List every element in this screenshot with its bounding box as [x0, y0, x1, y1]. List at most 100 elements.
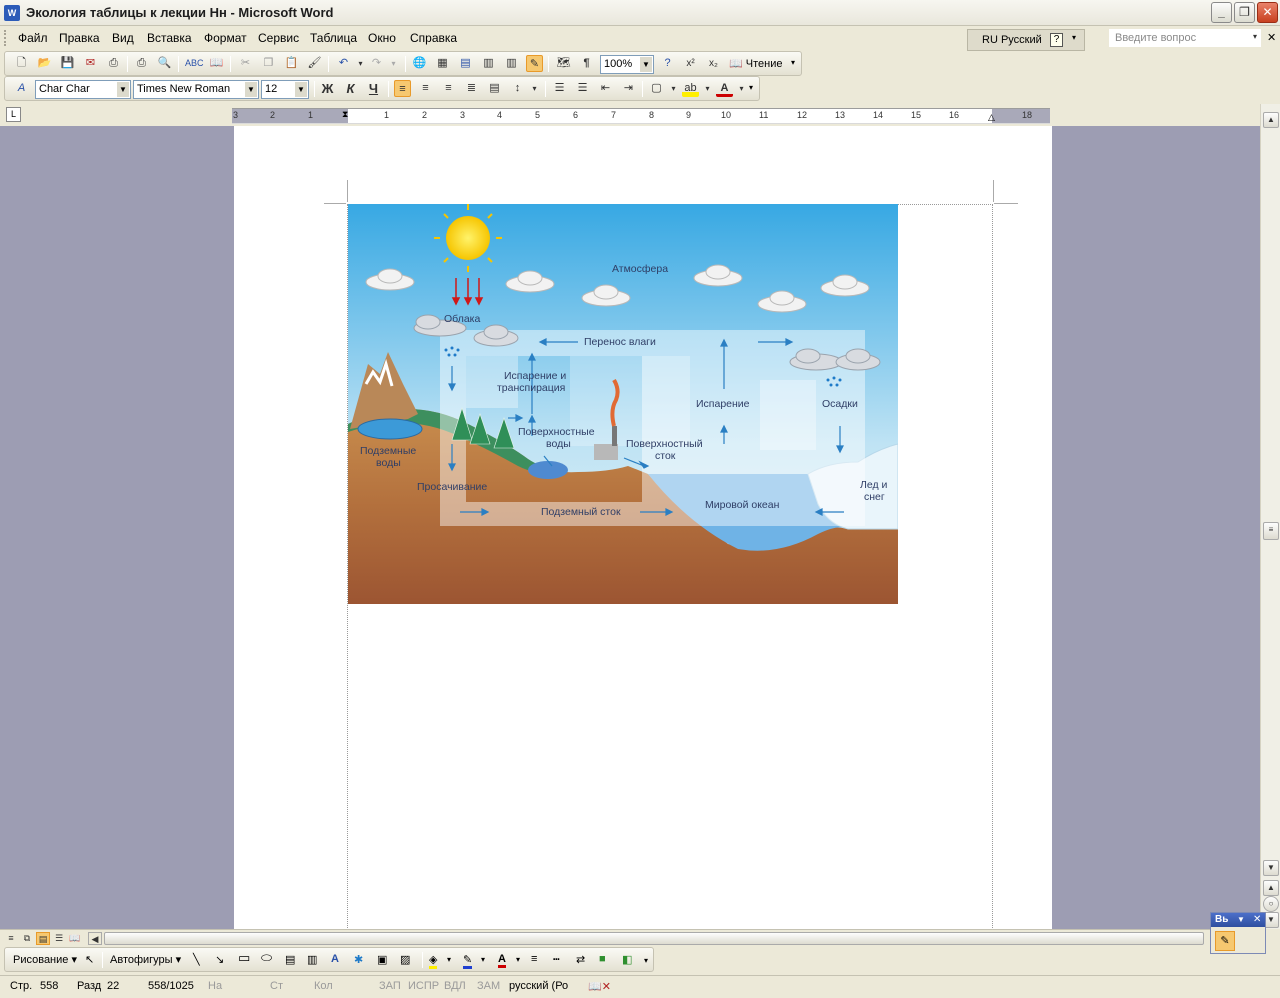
horizontal-scrollbar[interactable]: ≡ ⧉ ▤ ☰ 📖 ◀ [0, 929, 1210, 946]
chevron-down-icon[interactable]: ▾ [1253, 32, 1257, 41]
format-painter-icon[interactable]: 🖌 [306, 55, 323, 72]
3d-style-icon[interactable]: ◧ [622, 953, 632, 966]
distributed-icon[interactable]: ▤ [486, 80, 503, 97]
shadow-style-icon[interactable]: ■ [599, 953, 606, 965]
previous-page-icon[interactable]: ▲ [1263, 880, 1279, 896]
increase-indent-icon[interactable]: ⇥ [620, 80, 637, 97]
menu-tools[interactable]: Сервис [258, 31, 299, 45]
font-color-icon[interactable]: A [498, 953, 506, 968]
reading-view-icon[interactable]: 📖 [68, 932, 82, 945]
cut-icon[interactable]: ✂ [237, 55, 254, 72]
minimize-button[interactable]: _ [1211, 2, 1232, 23]
chevron-down-icon[interactable]: ▼ [1237, 913, 1245, 927]
arrow-icon[interactable]: ↘ [215, 953, 224, 966]
save-icon[interactable]: 💾 [59, 55, 76, 72]
print-icon[interactable]: ⎙ [105, 55, 122, 72]
toolbar-options-icon[interactable]: ▾ [749, 83, 753, 92]
close-document-icon[interactable]: ✕ [1267, 31, 1276, 44]
document-map-icon[interactable]: 🗺 [555, 55, 572, 72]
edit-picture-icon[interactable]: ✎ [1215, 931, 1235, 951]
zoom-preview-icon[interactable]: 🔍 [156, 55, 173, 72]
vertical-scrollbar[interactable]: ▲ ≡ ▼ ▲ ○ ▼ [1260, 104, 1280, 929]
superscript-icon[interactable]: x² [682, 55, 699, 72]
diagram-icon[interactable]: ✱ [354, 953, 363, 966]
font-select[interactable]: Times New Roman ▼ [133, 80, 259, 99]
rectangle-icon[interactable]: ▭ [238, 950, 250, 966]
document-page[interactable]: Атмосфера Облака Перенос влаги Испарение… [234, 126, 1052, 934]
line-spacing-icon[interactable]: ↕ [509, 80, 526, 97]
chevron-down-icon[interactable]: ▼ [117, 82, 129, 97]
scroll-up-icon[interactable]: ▲ [1263, 112, 1279, 128]
horizontal-ruler[interactable]: 3 2 1 ⧗ 1 2 3 4 5 6 7 8 9 10 11 12 13 14… [232, 108, 1050, 124]
web-view-icon[interactable]: ⧉ [20, 932, 34, 945]
line-color-icon[interactable]: ✎ [463, 953, 473, 969]
font-color-icon[interactable]: A [716, 80, 733, 97]
spelling-status-icon[interactable]: 📖✕ [588, 980, 611, 993]
menu-file[interactable]: Файл [18, 31, 48, 45]
horizontal-scroll-thumb[interactable] [104, 932, 1204, 945]
bold-button[interactable]: Ж [319, 80, 336, 97]
chevron-down-icon[interactable]: ▾ [447, 955, 451, 964]
chevron-down-icon[interactable]: ▾ [733, 80, 750, 97]
menu-view[interactable]: Вид [112, 31, 134, 45]
chevron-down-icon[interactable]: ▾ [699, 80, 716, 97]
align-left-icon[interactable]: ≡ [394, 80, 411, 97]
fill-color-icon[interactable]: ◈ [429, 953, 438, 969]
status-track-changes[interactable]: ИСПР [408, 980, 439, 992]
open-folder-icon[interactable]: 📂 [36, 55, 53, 72]
tables-borders-icon[interactable]: ▦ [434, 55, 451, 72]
print-preview-icon[interactable]: ⎙ [133, 55, 150, 72]
borders-icon[interactable]: ▢ [648, 80, 665, 97]
clipart-icon[interactable]: ▣ [377, 953, 387, 966]
italic-button[interactable]: К [342, 80, 359, 97]
decrease-indent-icon[interactable]: ⇤ [597, 80, 614, 97]
restore-button[interactable]: ❐ [1234, 2, 1255, 23]
insert-table-icon[interactable]: ▤ [457, 55, 474, 72]
menu-table[interactable]: Таблица [310, 31, 357, 45]
status-language[interactable]: русский (Ро [509, 980, 568, 992]
numbering-icon[interactable]: ☰ [551, 80, 568, 97]
copy-icon[interactable]: ❐ [260, 55, 277, 72]
redo-icon[interactable]: ↷ [368, 55, 385, 72]
help-search-input[interactable]: Введите вопрос ▾ [1109, 29, 1261, 47]
menu-format[interactable]: Формат [204, 31, 247, 45]
normal-view-icon[interactable]: ≡ [4, 932, 18, 945]
align-center-icon[interactable]: ≡ [417, 80, 434, 97]
vertical-textbox-icon[interactable]: ▥ [307, 953, 317, 966]
word-app-icon[interactable]: W [4, 5, 20, 21]
draw-menu-button[interactable]: Рисование ▾ [13, 953, 77, 966]
chevron-down-icon[interactable]: ▾ [665, 80, 682, 97]
style-select[interactable]: Char Char ▼ [35, 80, 131, 99]
indent-marker[interactable]: ⧗ [342, 109, 348, 120]
redo-dropdown-icon[interactable]: ▾ [385, 55, 402, 72]
show-formatting-icon[interactable]: ¶ [578, 55, 595, 72]
status-overtype[interactable]: ЗАМ [477, 980, 500, 992]
scroll-left-icon[interactable]: ◀ [88, 932, 102, 945]
browse-object-icon[interactable]: ○ [1263, 896, 1279, 912]
chevron-down-icon[interactable]: ▾ [516, 955, 520, 964]
undo-dropdown-icon[interactable]: ▾ [352, 55, 369, 72]
status-record[interactable]: ЗАП [379, 980, 401, 992]
zoom-select[interactable]: 100% ▼ [600, 55, 654, 74]
line-style-icon[interactable]: ≡ [531, 953, 537, 965]
underline-button[interactable]: Ч [365, 80, 382, 97]
water-cycle-image[interactable]: Атмосфера Облака Перенос влаги Испарение… [348, 204, 898, 604]
close-button[interactable]: ✕ [1257, 2, 1278, 23]
dash-style-icon[interactable]: ┅ [553, 953, 560, 966]
floating-toolbar[interactable]: Вь ▼ ✕ ✎ [1210, 912, 1266, 954]
bullets-icon[interactable]: ☰ [574, 80, 591, 97]
status-extend[interactable]: ВДЛ [444, 980, 466, 992]
chevron-down-icon[interactable]: ▾ [1072, 33, 1076, 42]
chevron-down-icon[interactable]: ▼ [245, 82, 257, 97]
chevron-down-icon[interactable]: ▾ [526, 80, 543, 97]
new-document-icon[interactable]: 🗋 [13, 55, 30, 72]
chevron-down-icon[interactable]: ▼ [640, 57, 652, 72]
align-right-icon[interactable]: ≡ [440, 80, 457, 97]
insert-excel-icon[interactable]: ▥ [480, 55, 497, 72]
toolbar-options-icon[interactable]: ▾ [791, 58, 795, 67]
menu-insert[interactable]: Вставка [147, 31, 192, 45]
font-size-select[interactable]: 12 ▼ [261, 80, 309, 99]
read-button[interactable]: 📖 Чтение [729, 57, 782, 70]
chevron-down-icon[interactable]: ▼ [295, 82, 307, 97]
menu-grip[interactable] [4, 30, 7, 46]
